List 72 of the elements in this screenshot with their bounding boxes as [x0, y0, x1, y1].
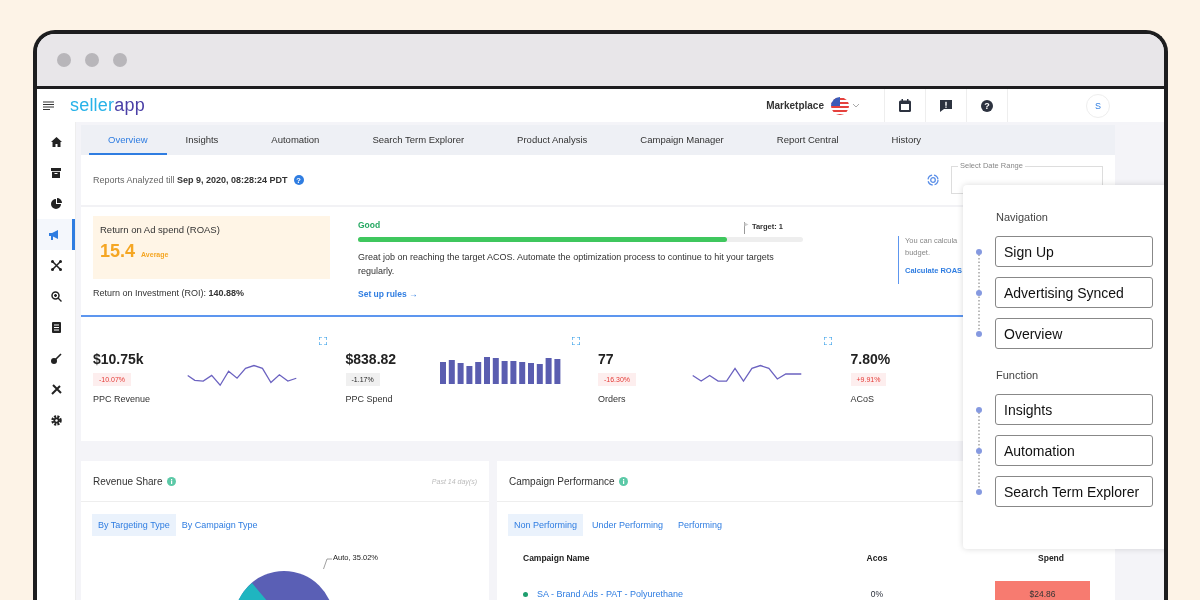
column-header: Campaign Name	[523, 553, 591, 563]
filter-tab[interactable]: By Campaign Type	[175, 514, 264, 536]
key-icon	[50, 353, 62, 364]
crossed-arrows-icon	[50, 260, 62, 271]
roas-value: 15.4	[100, 241, 136, 262]
section-title: Function	[996, 369, 1040, 381]
tools-icon	[50, 384, 62, 395]
megaphone-icon	[48, 229, 61, 240]
metric-value: $10.75k	[93, 351, 144, 367]
window-control-dot[interactable]	[57, 53, 71, 67]
section-title: Navigation	[996, 211, 1049, 223]
refresh-icon[interactable]	[927, 174, 939, 186]
nav-tab[interactable]: Report Central	[757, 125, 873, 155]
metric-label: Orders	[598, 394, 626, 404]
step-dot	[976, 330, 982, 337]
logo[interactable]: sellerapp	[70, 95, 145, 116]
metric-value: 7.80%	[850, 351, 891, 367]
card-title: Revenue Share	[93, 475, 163, 487]
goal-message: Great job on reaching the target ACOS. Automate the optimization process to continue to hit your targets regularly.	[358, 251, 775, 278]
spend-cell: $24.86	[995, 581, 1090, 600]
home-icon	[50, 136, 62, 147]
nav-tab[interactable]: Search Term Explorer	[353, 125, 499, 155]
table-cell-text: 0%	[869, 589, 885, 599]
zoom-icon	[50, 291, 62, 302]
filter-tab[interactable]: Under Performing	[586, 514, 670, 536]
archive-icon	[51, 167, 61, 178]
column-header: Spend	[1037, 553, 1065, 563]
step-dot	[976, 289, 982, 296]
settings-icon	[50, 415, 62, 426]
metric-label: PPC Spend	[345, 394, 393, 404]
nav-tab[interactable]: History	[872, 125, 956, 155]
status-label: Good	[358, 220, 381, 232]
reports-analyzed-text: Reports Analyzed till Sep 9, 2020, 08:28:24 PDT	[93, 175, 288, 185]
leader-line	[323, 558, 332, 569]
card-title: Campaign Performance	[509, 475, 615, 487]
step-button[interactable]: Automation	[995, 435, 1153, 466]
roi-text: Return on Investment (ROI): 140.88%	[93, 288, 246, 298]
column-header: Acos	[865, 553, 889, 563]
nav-tab[interactable]: Campaign Manager	[621, 125, 758, 155]
step-button[interactable]: Sign Up	[995, 236, 1153, 267]
calendar-icon[interactable]	[899, 99, 911, 112]
window-control-dot[interactable]	[113, 53, 127, 67]
step-button[interactable]: Search Term Explorer	[995, 476, 1153, 507]
filter-tab[interactable]: By Targeting Type	[92, 514, 176, 536]
step-dot	[976, 447, 982, 454]
filter-tab[interactable]: Performing	[672, 514, 729, 536]
metric-label: ACoS	[850, 394, 874, 404]
alert-message-icon[interactable]	[940, 99, 952, 112]
window-control-dot[interactable]	[85, 53, 99, 67]
metric-value: $838.82	[345, 351, 397, 367]
metric-label: PPC Revenue	[93, 394, 151, 404]
document-icon	[51, 322, 61, 333]
marketplace-label: Marketplace	[766, 100, 824, 111]
step-button[interactable]: Overview	[995, 318, 1153, 349]
step-button[interactable]: Advertising Synced	[995, 277, 1153, 308]
help-icon[interactable]: ?	[981, 99, 993, 112]
menu-icon[interactable]	[43, 101, 54, 110]
nav-tab[interactable]: Insights	[166, 125, 253, 155]
step-dot	[976, 488, 982, 495]
target-flag-icon	[743, 222, 749, 234]
flag-icon[interactable]	[831, 96, 849, 115]
campaign-link[interactable]: SA - Brand Ads - PAT - Polyurethane	[537, 589, 684, 599]
set-up-rules-link[interactable]: Set up rules →	[358, 289, 418, 299]
step-dot	[976, 406, 982, 413]
nav-tab[interactable]: Product Analysis	[498, 125, 622, 155]
step-button[interactable]: Insights	[995, 394, 1153, 425]
pie-chart-icon	[50, 198, 62, 209]
roas-title: Return on Ad spend (ROAS)	[100, 224, 221, 235]
nav-tab[interactable]: Automation	[252, 125, 354, 155]
metric-value: 77	[598, 351, 614, 367]
step-dot	[976, 248, 982, 255]
filter-tab[interactable]: Non Performing	[508, 514, 584, 536]
